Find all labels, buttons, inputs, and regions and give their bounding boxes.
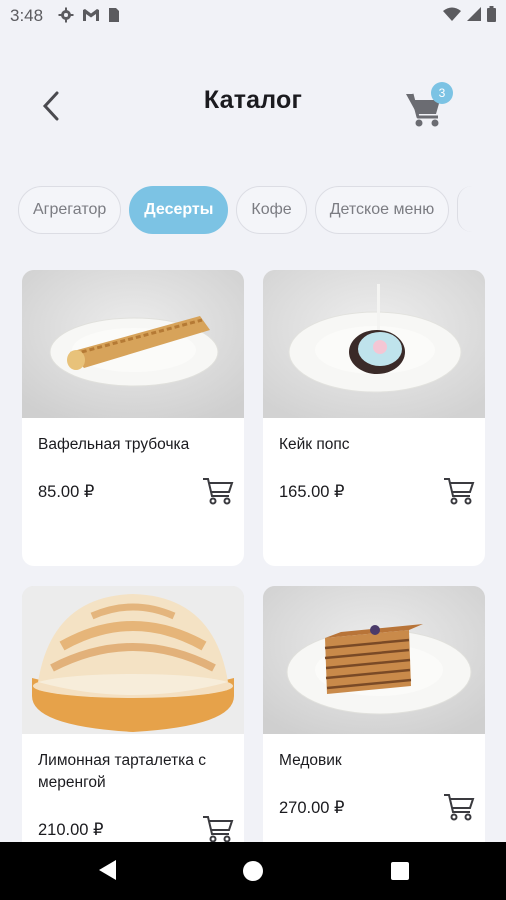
cart-button[interactable]: 3 [404,82,453,130]
product-name: Кейк попс [279,436,350,453]
nav-recents-button[interactable] [390,861,410,886]
add-to-cart-button[interactable] [443,476,475,506]
triangle-back-icon [99,860,116,880]
cart-add-icon [203,816,234,842]
product-price: 165.00 ₽ [279,483,345,501]
system-nav-bar [0,842,506,900]
product-card[interactable]: Вафельная трубочка 85.00 ₽ [22,270,244,566]
add-to-cart-button[interactable] [202,814,234,842]
cart-add-icon [444,478,475,505]
status-bar: 3:48 [0,0,506,32]
signal-icon [467,7,481,21]
product-name: Лимонная тарталетка с меренгой [38,752,206,791]
wifi-icon [443,7,461,21]
product-price: 270.00 ₽ [279,799,345,817]
nav-home-button[interactable] [242,860,264,887]
battery-icon [487,6,496,22]
status-time: 3:48 [10,6,44,25]
gmail-icon [83,9,99,21]
square-recents-icon [391,862,409,880]
product-card[interactable]: Лимонная тарталетка с меренгой 210.00 ₽ [22,586,244,842]
nav-back-button[interactable] [96,858,118,887]
tab-aggregator[interactable]: Агрегатор [18,186,122,234]
product-price: 210.00 ₽ [38,821,104,839]
add-to-cart-button[interactable] [443,792,475,822]
product-image [22,270,244,418]
cart-add-icon [203,478,234,505]
tab-desserts[interactable]: Десерты [129,186,229,234]
cart-add-icon [444,794,475,821]
product-image [263,270,485,418]
product-card[interactable]: Кейк попс 165.00 ₽ [263,270,485,566]
cart-count-badge: 3 [431,82,453,104]
tab-coffee[interactable]: Кофе [236,186,307,234]
circle-home-icon [243,861,263,881]
product-name: Медовик [279,752,342,769]
settings-icon [58,7,74,23]
sim-card-icon [109,8,119,22]
product-image [22,586,244,734]
product-name: Вафельная трубочка [38,436,190,453]
tab-overflow-edge [457,186,472,232]
product-price: 85.00 ₽ [38,483,95,501]
product-image [263,586,485,734]
add-to-cart-button[interactable] [202,476,234,506]
product-card[interactable]: Медовик 270.00 ₽ [263,586,485,842]
category-tabs: Агрегатор Десерты Кофе Детское меню [18,186,472,236]
tab-kids-menu[interactable]: Детское меню [314,186,450,234]
